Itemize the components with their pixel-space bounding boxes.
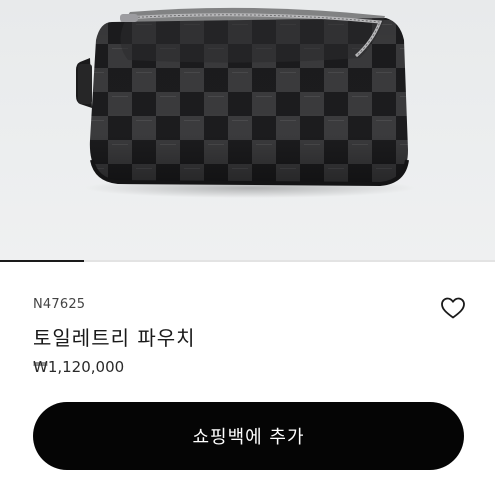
product-sku: N47625 [33,297,86,312]
gallery-progress-indicator [0,260,85,262]
wishlist-button[interactable] [438,293,468,323]
product-image-gallery[interactable] [0,0,495,260]
add-to-cart-button[interactable]: 쇼핑백에 추가 [33,402,464,470]
product-name: 토일레트리 파우치 [33,326,196,350]
heart-outline-icon [441,297,465,319]
toiletry-pouch-image [76,7,415,198]
gallery-progress-track [0,260,495,262]
product-price: ₩1,120,000 [33,358,125,376]
